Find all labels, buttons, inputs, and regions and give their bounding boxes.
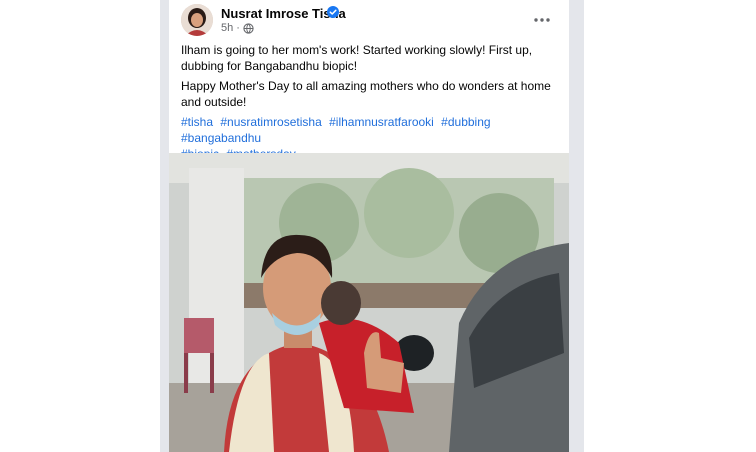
author-avatar[interactable] bbox=[181, 4, 213, 36]
post-meta: 5h · bbox=[221, 22, 254, 34]
post-time[interactable]: 5h bbox=[221, 22, 233, 34]
meta-separator: · bbox=[236, 22, 240, 34]
hashtag-link[interactable]: #nusratimrosetisha bbox=[220, 115, 321, 129]
post-text-paragraph-1: Ilham is going to her mom's work! Starte… bbox=[181, 43, 533, 73]
post-header: Nusrat Imrose Tisha 5h · bbox=[169, 0, 569, 42]
post-photo[interactable] bbox=[169, 153, 569, 452]
globe-icon[interactable] bbox=[243, 22, 254, 34]
hashtag-link[interactable]: #tisha bbox=[181, 115, 213, 129]
verified-badge-icon bbox=[327, 6, 339, 18]
hashtag-link[interactable]: #dubbing bbox=[441, 115, 490, 129]
hashtag-link[interactable]: #bangabandhu bbox=[181, 131, 261, 145]
post-text-paragraph-2: Happy Mother's Day to all amazing mother… bbox=[181, 79, 551, 109]
hashtag-link[interactable]: #ilhamnusratfarooki bbox=[329, 115, 434, 129]
post-card: Nusrat Imrose Tisha 5h · Ilham is going … bbox=[169, 0, 569, 452]
more-options-icon[interactable] bbox=[531, 10, 553, 30]
